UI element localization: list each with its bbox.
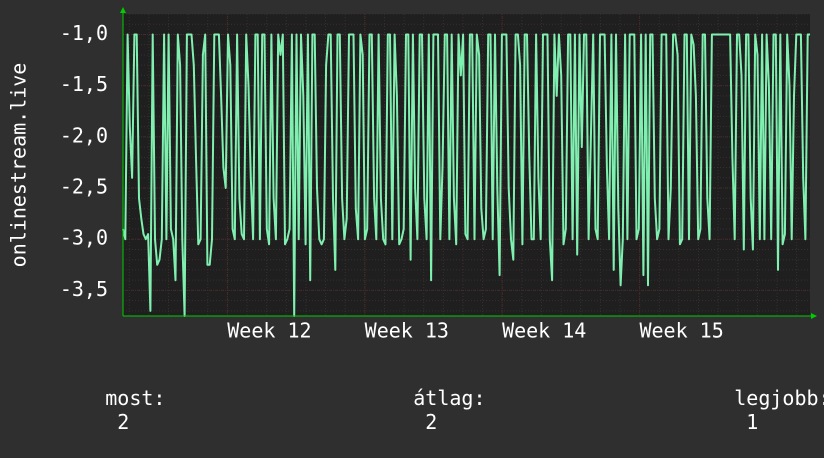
x-tick-labels: Week 12 Week 13 Week 14 Week 15 [227, 319, 723, 343]
summary-row: most: 2 átlag: 2 legjobb: 1 [0, 362, 824, 434]
y-tick-label: -3,5 [60, 277, 108, 301]
y-axis-arrow [120, 7, 126, 13]
y-tick-label: -2,5 [60, 175, 108, 199]
x-axis-arrow [811, 313, 817, 319]
y-tick-label: -2,0 [60, 123, 108, 147]
avg-label: átlag: [413, 386, 486, 410]
chart-root: -1,0 -1,5 -2,0 -2,5 -3,0 -3,5 Week 12 Week 13 W… [0, 0, 824, 434]
now-value: 2 [117, 410, 130, 434]
y-axis-label: onlinestream.live [7, 63, 31, 268]
best-label: legjobb: [734, 386, 824, 410]
avg-value: 2 [425, 410, 438, 434]
best-value: 1 [746, 410, 759, 434]
y-tick-label: -1,5 [60, 72, 108, 96]
best-stat: legjobb: 1 [662, 362, 824, 458]
y-tick-label: -1,0 [60, 21, 108, 45]
x-tick-label: Week 15 [639, 319, 723, 343]
y-tick-labels: -1,0 -1,5 -2,0 -2,5 -3,0 -3,5 [60, 21, 108, 301]
now-stat: most: 2 [33, 362, 165, 458]
x-tick-label: Week 13 [365, 319, 449, 343]
line-chart: -1,0-1,5-2,0-2,5-3,0-3,5 Week 12 Week 13 W… [7, 7, 817, 343]
x-tick-label: Week 14 [502, 319, 586, 343]
x-tick-label: Week 12 [227, 319, 311, 343]
y-tick-label: -3,0 [60, 226, 108, 250]
now-label: most: [105, 386, 166, 410]
avg-stat: átlag: 2 [341, 362, 486, 458]
